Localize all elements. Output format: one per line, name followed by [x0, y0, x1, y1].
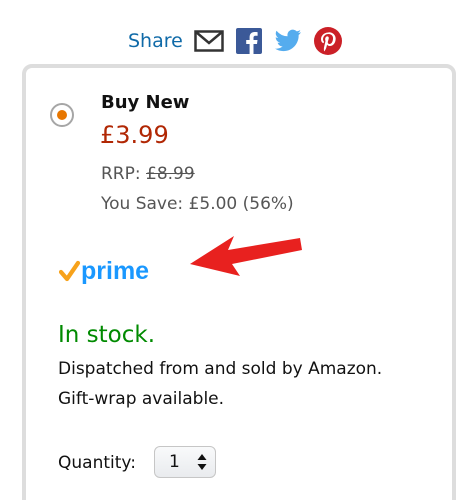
buy-new-radio[interactable]: [50, 103, 74, 127]
gift-wrap-info: Gift-wrap available.: [58, 389, 225, 409]
prime-logo-text: prime: [81, 257, 149, 285]
rrp-value: £8.99: [146, 164, 195, 184]
rrp-line: RRP: £8.99: [101, 163, 195, 185]
red-arrow-icon: [188, 230, 304, 280]
prime-logo: prime: [58, 255, 169, 287]
pinterest-icon[interactable]: [313, 27, 342, 55]
product-offer-panel: Share Buy New £3.99 RRP: £8.99 You Save:…: [0, 0, 472, 500]
email-icon[interactable]: [194, 30, 224, 52]
share-row: Share: [128, 26, 342, 56]
buy-new-title: Buy New: [101, 92, 190, 113]
quantity-select[interactable]: 1: [154, 446, 216, 478]
price: £3.99: [100, 121, 169, 149]
quantity-label: Quantity:: [58, 453, 136, 473]
you-save-line: You Save: £5.00 (56%): [101, 194, 294, 214]
twitter-icon[interactable]: [274, 29, 302, 53]
rrp-label: RRP:: [101, 164, 141, 184]
radio-selected-dot: [57, 110, 67, 120]
stock-status: In stock.: [58, 322, 156, 348]
facebook-icon[interactable]: [235, 28, 262, 54]
dispatch-info: Dispatched from and sold by Amazon.: [58, 359, 383, 379]
updown-arrows-icon: [197, 453, 207, 471]
quantity-value: 1: [169, 452, 180, 472]
share-label: Share: [128, 30, 183, 52]
